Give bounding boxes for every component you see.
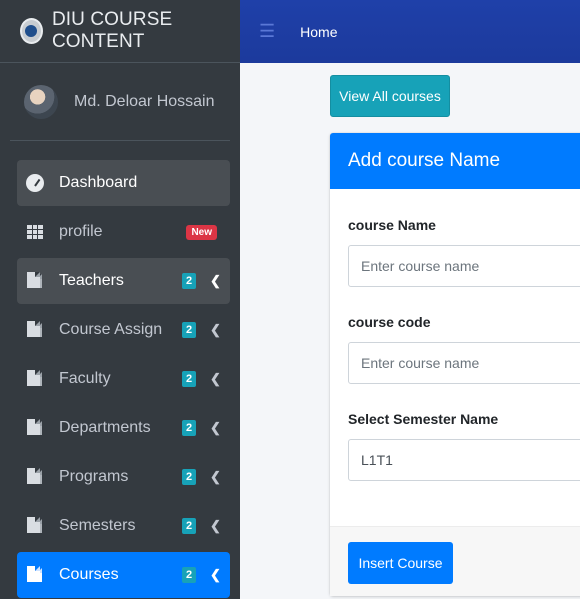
sidebar-item-profile[interactable]: profile New (17, 209, 230, 255)
dashboard-icon (25, 173, 45, 193)
grid-icon (25, 222, 45, 242)
card-body: course Name Enter course name course cod… (330, 217, 580, 481)
sidebar-item-label: Dashboard (59, 174, 138, 191)
copy-icon (25, 565, 45, 585)
count-badge: 2 (182, 567, 196, 583)
sidebar-item-label: Departments (59, 419, 151, 436)
chevron-left-icon: ❮ (210, 518, 221, 533)
copy-icon (25, 418, 45, 438)
sidebar-item-label: Teachers (59, 272, 124, 289)
chevron-left-icon: ❮ (210, 567, 221, 582)
menu-toggle-icon[interactable]: ☰ (259, 21, 275, 42)
add-course-card: Add course Name course Name Enter course… (330, 133, 580, 596)
brand-logo-icon (20, 18, 43, 44)
chevron-left-icon: ❮ (210, 469, 221, 484)
course-code-input[interactable]: Enter course name (348, 342, 580, 384)
sidebar-item-label: Semesters (59, 517, 136, 534)
course-code-label: course code (348, 314, 431, 330)
count-badge: 2 (182, 371, 196, 387)
sidebar-item-faculty[interactable]: Faculty 2 ❮ (17, 356, 230, 402)
copy-icon (25, 369, 45, 389)
chevron-left-icon: ❮ (210, 322, 221, 337)
sidebar-item-label: Faculty (59, 370, 111, 387)
user-panel[interactable]: Md. Deloar Hossain (10, 63, 230, 141)
semester-label: Select Semester Name (348, 411, 499, 427)
semester-select[interactable]: L1T1 (348, 439, 580, 481)
count-badge: 2 (182, 518, 196, 534)
count-badge: 2 (182, 469, 196, 485)
chevron-left-icon: ❮ (210, 420, 221, 435)
sidebar-item-departments[interactable]: Departments 2 ❮ (17, 405, 230, 451)
sidebar-item-label: Courses (59, 566, 119, 583)
brand-title: DIU COURSE CONTENT (51, 9, 173, 52)
card-title: Add course Name (330, 133, 580, 189)
copy-icon (25, 320, 45, 340)
user-name[interactable]: Md. Deloar Hossain (74, 93, 215, 111)
avatar (24, 84, 58, 119)
sidebar-item-label: profile (59, 223, 103, 240)
view-all-courses-button[interactable]: View All courses (330, 75, 450, 117)
sidebar: DIU COURSE CONTENT Md. Deloar Hossain Da… (0, 0, 240, 599)
sidebar-item-courses[interactable]: Courses 2 ❮ (17, 552, 230, 598)
top-navbar: ☰ Home (240, 0, 580, 63)
copy-icon (25, 271, 45, 291)
sidebar-item-label: Programs (59, 468, 129, 485)
new-badge: New (186, 224, 217, 240)
chevron-left-icon: ❮ (210, 273, 221, 288)
sidebar-item-semesters[interactable]: Semesters 2 ❮ (17, 503, 230, 549)
card-footer: Insert Course (330, 526, 580, 596)
count-badge: 2 (182, 273, 196, 289)
insert-course-button[interactable]: Insert Course (348, 542, 453, 584)
sidebar-nav: Dashboard profile New Teachers 2 ❮ Cours… (0, 141, 240, 598)
home-link[interactable]: Home (300, 24, 337, 40)
sidebar-item-programs[interactable]: Programs 2 ❮ (17, 454, 230, 500)
course-name-label: course Name (348, 217, 436, 233)
sidebar-item-label: Course Assign (59, 321, 163, 338)
count-badge: 2 (182, 322, 196, 338)
sidebar-item-course-assign[interactable]: Course Assign 2 ❮ (17, 307, 230, 353)
copy-icon (25, 516, 45, 536)
brand-link[interactable]: DIU COURSE CONTENT (0, 0, 240, 63)
course-name-input[interactable]: Enter course name (348, 245, 580, 287)
chevron-left-icon: ❮ (210, 371, 221, 386)
sidebar-item-dashboard[interactable]: Dashboard (17, 160, 230, 206)
copy-icon (25, 467, 45, 487)
sidebar-item-teachers[interactable]: Teachers 2 ❮ (17, 258, 230, 304)
main-content: View All courses Add course Name course … (240, 63, 580, 599)
count-badge: 2 (182, 420, 196, 436)
